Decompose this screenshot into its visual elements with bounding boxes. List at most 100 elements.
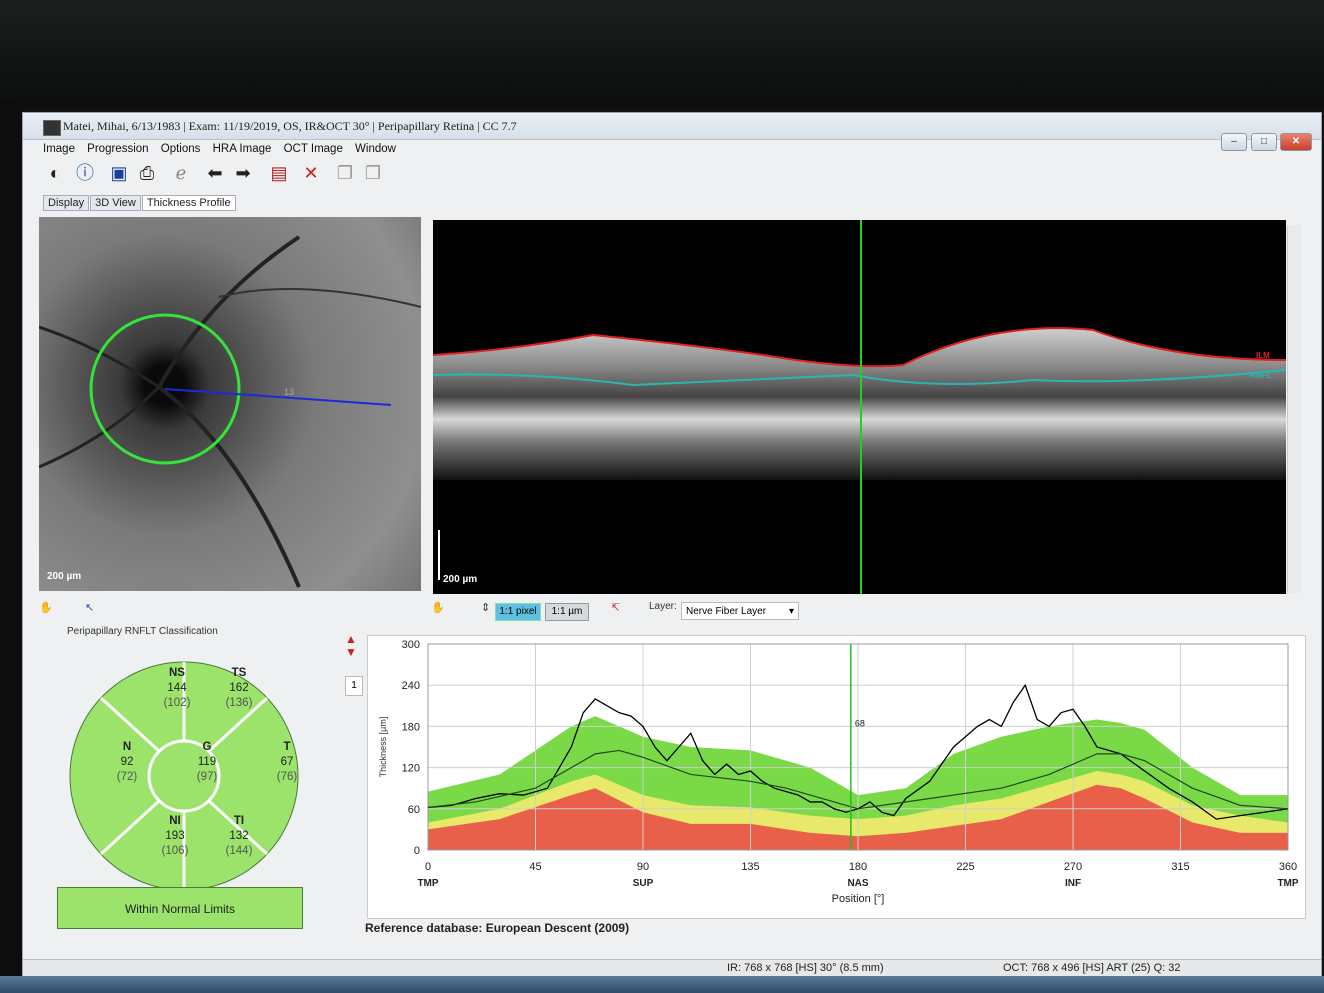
save-icon[interactable]: ▣ — [107, 161, 131, 185]
page-number[interactable]: 1 — [345, 676, 363, 696]
thickness-profile-chart[interactable]: 0 TMP 45 90 SUP 135 180 NAS 225 270 INF 315 360 TMP 0 6… — [367, 635, 1306, 919]
y-tick-label: 240 — [402, 680, 420, 692]
sector-ref: (97) — [196, 771, 218, 783]
classification-title: Peripapillary RNFLT Classification — [67, 626, 218, 637]
arrow-left-icon[interactable]: ⬅ — [203, 161, 227, 185]
tab-3d-view[interactable]: 3D View — [90, 195, 141, 211]
sector-label: NS — [169, 667, 185, 679]
sector-value: 67 — [280, 756, 294, 768]
x-axis-label: Position [°] — [832, 893, 885, 905]
x-tick-label: 360 — [1279, 861, 1297, 873]
sector-g: G 119 (97) — [182, 740, 232, 785]
x-tick-label: 135 — [741, 861, 759, 873]
arrow-right-icon[interactable]: ➡ — [231, 161, 255, 185]
sector-value: 132 — [229, 830, 249, 842]
maximize-button[interactable]: □ — [1251, 133, 1277, 151]
sector-n: N 92 (72) — [102, 740, 152, 785]
contrast-icon[interactable]: ◐ — [43, 161, 67, 185]
close-button[interactable]: ✕ — [1280, 133, 1312, 151]
sector-ref: (76) — [276, 771, 298, 783]
scan-label: 13 — [284, 387, 294, 397]
marker-tool-icon[interactable]: ↸ — [611, 601, 620, 614]
sort-arrows-icon[interactable]: ▲ ▼ — [345, 633, 357, 659]
classification-result: Within Normal Limits — [57, 887, 303, 929]
x-tick-sublabel: SUP — [633, 878, 654, 889]
menu-progression[interactable]: Progression — [87, 143, 148, 155]
window-title: Matei, Mihai, 6/13/1983 | Exam: 11/19/20… — [63, 119, 517, 133]
cursor-value-label: 68 — [855, 718, 865, 728]
x-tick-sublabel: NAS — [847, 878, 868, 889]
info-icon[interactable]: ⓘ — [73, 161, 97, 185]
sector-label: NI — [169, 815, 181, 827]
sector-value: 193 — [165, 830, 185, 842]
tab-thickness-profile[interactable]: Thickness Profile — [141, 195, 236, 211]
pixel-scale-button[interactable]: 1:1 pixel — [495, 603, 541, 621]
ir-overlay: 13 200 µm — [39, 235, 421, 588]
x-tick-sublabel: TMP — [1277, 878, 1298, 889]
stretch-icon[interactable]: ⇕ — [481, 601, 490, 614]
vessel — [157, 235, 301, 388]
x-tick-label: 225 — [956, 861, 974, 873]
ir-fundus-image[interactable]: 13 200 µm — [39, 217, 421, 591]
y-tick-label: 60 — [408, 804, 420, 816]
x-tick-label: 270 — [1064, 861, 1082, 873]
sector-ts: TS 162 (136) — [214, 666, 264, 711]
menu-window[interactable]: Window — [355, 143, 396, 155]
y-tick-label: 180 — [402, 721, 420, 733]
sector-ref: (106) — [161, 845, 189, 857]
oct-bscan-image[interactable]: ILM RNFL 200 µm — [433, 220, 1286, 594]
sector-value: 144 — [167, 682, 187, 694]
sector-ref: (136) — [225, 697, 253, 709]
layer-select[interactable]: Nerve Fiber Layer ▾ — [681, 602, 799, 620]
print-icon[interactable]: ⎙ — [135, 161, 159, 185]
sector-label: TI — [233, 815, 245, 827]
monitor-bezel-left — [0, 100, 22, 993]
sector-label: T — [283, 741, 291, 753]
x-tick-label: 90 — [637, 861, 649, 873]
measure-tool-icon[interactable]: ↖ — [85, 601, 94, 614]
copy-icon[interactable]: ❐ — [333, 161, 357, 185]
monitor-bezel — [0, 0, 1324, 108]
sector-t: T 67 (76) — [262, 740, 312, 785]
sector-ns: NS 144 (102) — [152, 666, 202, 711]
menu-options[interactable]: Options — [161, 143, 201, 155]
x-tick-sublabel: INF — [1065, 878, 1081, 889]
delete-icon[interactable]: ✕ — [299, 161, 323, 185]
status-oct: OCT: 768 x 496 [HS] ART (25) Q: 32 — [1003, 962, 1181, 974]
oct-scrollbar[interactable] — [1287, 225, 1301, 593]
menu-hra-image[interactable]: HRA Image — [213, 143, 272, 155]
x-tick-label: 45 — [529, 861, 541, 873]
layer-select-value: Nerve Fiber Layer — [686, 606, 767, 617]
sector-ref: (72) — [116, 771, 138, 783]
sector-ni: NI 193 (106) — [150, 814, 200, 859]
status-ir: IR: 768 x 768 [HS] 30° (8.5 mm) — [727, 962, 884, 974]
edit-icon[interactable]: ℯ — [169, 161, 193, 185]
pan-tool-icon[interactable]: ✋ — [431, 601, 445, 614]
menu-image[interactable]: Image — [43, 143, 75, 155]
thickness-chart-svg: 0 TMP 45 90 SUP 135 180 NAS 225 270 INF 315 360 TMP 0 6… — [378, 639, 1299, 905]
um-scale-button[interactable]: 1:1 µm — [545, 603, 589, 621]
menu-bar: Image Progression Options HRA Image OCT … — [43, 143, 405, 159]
sector-value: 119 — [197, 756, 217, 768]
reference-database: Reference database: European Descent (20… — [365, 921, 630, 935]
x-tick-sublabel: TMP — [417, 878, 438, 889]
ir-scale-label: 200 µm — [47, 571, 81, 582]
hand-tool-icon[interactable]: ✋ — [39, 601, 53, 614]
scan-line[interactable] — [164, 388, 392, 406]
layer-label: Layer: — [649, 601, 677, 612]
y-axis-label: Thickness [µm] — [378, 717, 388, 778]
view-tabs: Display 3D View Thickness Profile — [43, 195, 237, 213]
ilm-label: ILM — [1256, 351, 1270, 360]
vessel — [218, 288, 421, 308]
title-bar: Matei, Mihai, 6/13/1983 | Exam: 11/19/20… — [23, 113, 1321, 140]
sector-label: N — [122, 741, 132, 753]
sector-ref: (144) — [225, 845, 253, 857]
oct-scale-label: 200 µm — [443, 574, 477, 585]
paste-icon[interactable]: ❐ — [361, 161, 385, 185]
sector-label: TS — [231, 667, 247, 679]
report-icon[interactable]: ▤ — [267, 161, 291, 185]
tab-display[interactable]: Display — [43, 195, 90, 211]
menu-oct-image[interactable]: OCT Image — [284, 143, 343, 155]
sector-value: 92 — [120, 756, 134, 768]
minimize-button[interactable]: – — [1221, 133, 1247, 151]
